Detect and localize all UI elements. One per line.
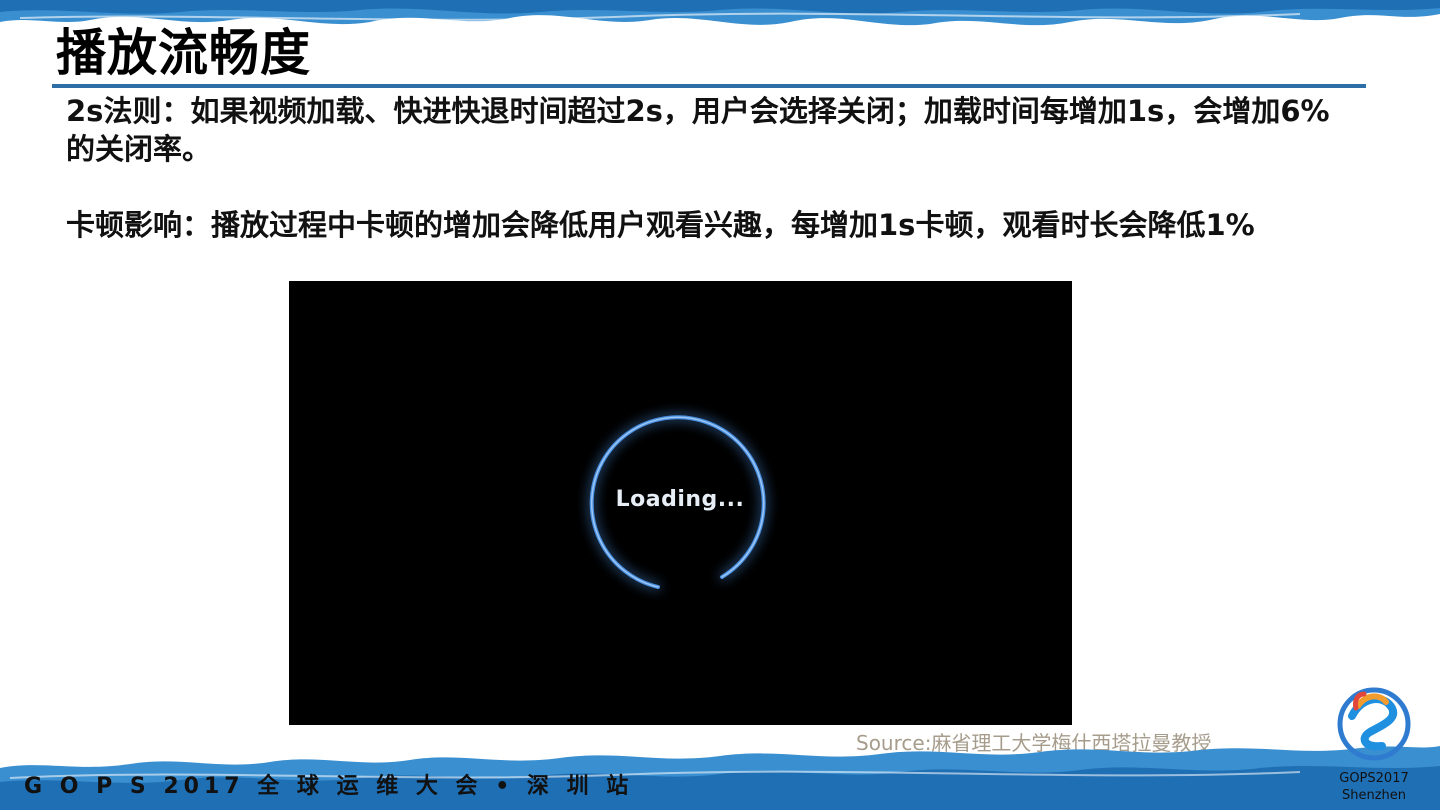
- logo-caption: GOPS2017 Shenzhen: [1322, 770, 1426, 804]
- title-underline: [52, 84, 1366, 88]
- gops-logo-icon: [1337, 687, 1411, 761]
- conference-name: G O P S 2017 全 球 运 维 大 会 • 深 圳 站: [24, 774, 634, 799]
- logo-caption-line2: Shenzhen: [1341, 788, 1407, 803]
- logo-caption-line1: GOPS2017: [1339, 771, 1409, 786]
- loading-label: Loading...: [615, 487, 745, 512]
- bullet-stall-impact: 卡顿影响：播放过程中卡顿的增加会降低用户观看兴趣，每增加1s卡顿，观看时长会降低…: [66, 208, 1255, 242]
- bullet-2s-rule: 2s法则：如果视频加载、快进快退时间超过2s，用户会选择关闭；加载时间每增加1s…: [66, 94, 1330, 166]
- slide-title: 播放流畅度: [56, 24, 311, 82]
